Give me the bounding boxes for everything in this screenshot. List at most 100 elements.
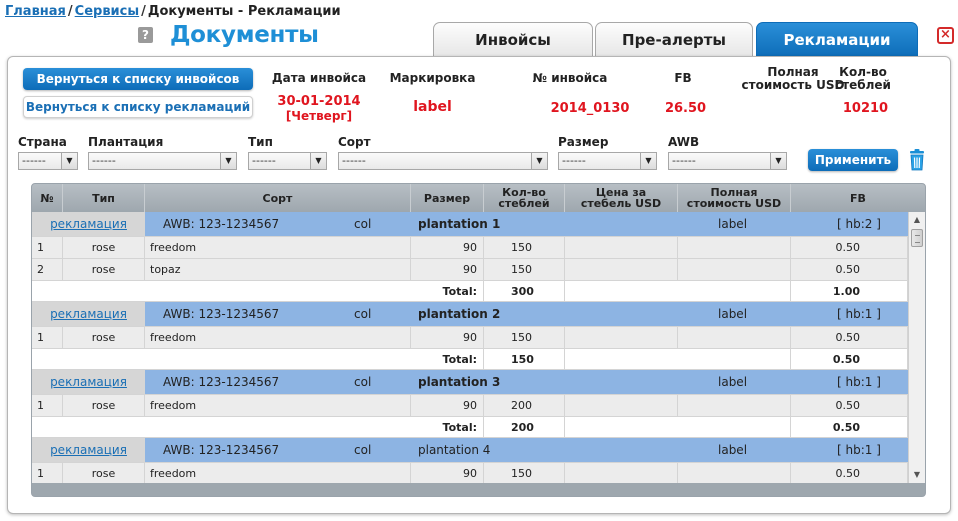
group-awb: AWB: 123-1234567 [163, 307, 280, 321]
row-stems: 150 [484, 237, 565, 258]
filter-type-select[interactable]: ------ ▼ [248, 152, 327, 170]
back-to-claims-button[interactable]: Вернуться к списку рекламаций [23, 96, 253, 118]
row-type: rose [63, 259, 145, 280]
chevron-down-icon: ▼ [310, 153, 326, 169]
back-to-invoices-button[interactable]: Вернуться к списку инвойсов [23, 68, 253, 90]
row-fb: 0.50 [791, 395, 908, 416]
grid-scrollbar[interactable]: ▲ ▼ [908, 212, 925, 483]
row-sort: freedom [145, 237, 411, 258]
total-blank [565, 417, 791, 437]
tab-invoices[interactable]: Инвойсы [433, 22, 593, 57]
group-row: рекламация AWB: 123-1234567 col plantation … [32, 370, 908, 395]
row-fb: 0.50 [791, 237, 908, 258]
filter-awb-select[interactable]: ------ ▼ [668, 152, 787, 170]
row-number: 1 [32, 463, 63, 483]
close-icon[interactable]: × [937, 27, 954, 44]
invoice-number-value: 2014_0130 [550, 101, 630, 116]
col-header-price[interactable]: Цена за стебель USD [565, 184, 678, 212]
col-header-number[interactable]: № [32, 184, 63, 212]
row-stems: 200 [484, 395, 565, 416]
claims-grid: № Тип Сорт Размер Кол-во стеблей Цена за с… [31, 183, 926, 497]
invoice-weekday-value: [Четверг] [285, 109, 353, 123]
chevron-down-icon: ▼ [531, 153, 547, 169]
fb-value: 26.50 [664, 101, 707, 116]
row-type: rose [63, 327, 145, 348]
total-fb: 0.50 [791, 349, 908, 369]
chevron-down-icon: ▼ [770, 153, 786, 169]
scroll-down-arrow-icon[interactable]: ▼ [909, 467, 925, 483]
row-size: 90 [411, 395, 484, 416]
total-cost-label: Полная стоимость USD [738, 66, 848, 92]
tab-prealerts[interactable]: Пре-алерты [595, 22, 753, 57]
row-size: 90 [411, 259, 484, 280]
col-header-sort[interactable]: Сорт [145, 184, 411, 212]
claim-link[interactable]: рекламация [32, 438, 145, 462]
row-sort: freedom [145, 327, 411, 348]
filter-awb-label: AWB [668, 135, 700, 149]
row-sort: freedom [145, 463, 411, 483]
group-row: рекламация AWB: 123-1234567 col plantation … [32, 212, 908, 237]
col-header-fb[interactable]: FB [791, 184, 925, 212]
chevron-down-icon: ▼ [640, 153, 656, 169]
stems-count-value: 10210 [842, 101, 889, 116]
filter-plantation-select[interactable]: ------ ▼ [88, 152, 237, 170]
invoice-date-label: Дата инвойса [271, 71, 367, 85]
filter-sort-label: Сорт [338, 135, 371, 149]
total-row: Total: 150 0.50 [32, 349, 908, 370]
filter-awb-value: ------ [672, 154, 696, 167]
col-header-total-cost[interactable]: Полная стоимость USD [678, 184, 791, 212]
trash-icon[interactable] [907, 149, 927, 171]
group-plantation: plantation 2 [418, 307, 501, 321]
row-type: rose [63, 237, 145, 258]
row-number: 1 [32, 237, 63, 258]
filter-sort-value: ------ [342, 154, 366, 167]
group-plantation: plantation 1 [418, 217, 501, 231]
filter-type-label: Тип [248, 135, 273, 149]
chevron-down-icon: ▼ [220, 153, 236, 169]
claim-link[interactable]: рекламация [32, 302, 145, 326]
row-size: 90 [411, 237, 484, 258]
total-row: Total: 300 1.00 [32, 281, 908, 302]
filter-sort-select[interactable]: ------ ▼ [338, 152, 548, 170]
filter-country-select[interactable]: ------ ▼ [18, 152, 78, 170]
chevron-down-icon: ▼ [61, 153, 77, 169]
row-price [565, 237, 678, 258]
row-stems: 150 [484, 463, 565, 483]
table-row: 2 rose topaz 90 150 0.50 [32, 259, 908, 281]
col-header-stems[interactable]: Кол-во стеблей [484, 184, 565, 212]
row-price [565, 463, 678, 483]
marking-value: label [413, 99, 452, 115]
total-cost-label-line2: стоимость USD [741, 78, 845, 92]
scroll-thumb[interactable] [911, 229, 923, 247]
scroll-up-arrow-icon[interactable]: ▲ [909, 212, 925, 228]
stems-count-label-line2: стеблей [835, 78, 891, 92]
group-hb: [ hb:1 ] [837, 375, 881, 389]
claim-link[interactable]: рекламация [32, 370, 145, 394]
row-fb: 0.50 [791, 327, 908, 348]
col-header-size[interactable]: Размер [411, 184, 484, 212]
table-row: 1 rose freedom 90 150 0.50 [32, 463, 908, 483]
group-col: col [354, 217, 372, 231]
help-icon[interactable]: ? [138, 27, 153, 43]
claim-link[interactable]: рекламация [32, 212, 145, 236]
stems-count-label: Кол-во стеблей [833, 66, 893, 92]
row-stems: 150 [484, 327, 565, 348]
breadcrumb-home-link[interactable]: Главная [5, 4, 66, 19]
table-row: 1 rose freedom 90 150 0.50 [32, 327, 908, 349]
filter-size-value: ------ [562, 154, 586, 167]
apply-button[interactable]: Применить [808, 149, 898, 171]
row-stems: 150 [484, 259, 565, 280]
filter-size-select[interactable]: ------ ▼ [558, 152, 657, 170]
row-type: rose [63, 395, 145, 416]
breadcrumb-services-link[interactable]: Сервисы [75, 4, 139, 19]
tab-claims[interactable]: Рекламации [756, 22, 918, 57]
row-number: 1 [32, 395, 63, 416]
col-header-type[interactable]: Тип [63, 184, 145, 212]
row-size: 90 [411, 463, 484, 483]
total-label: Total: [411, 281, 484, 301]
row-type: rose [63, 463, 145, 483]
row-total-cost [678, 237, 791, 258]
filter-country-value: ------ [22, 154, 46, 167]
group-awb: AWB: 123-1234567 [163, 217, 280, 231]
row-total-cost [678, 327, 791, 348]
